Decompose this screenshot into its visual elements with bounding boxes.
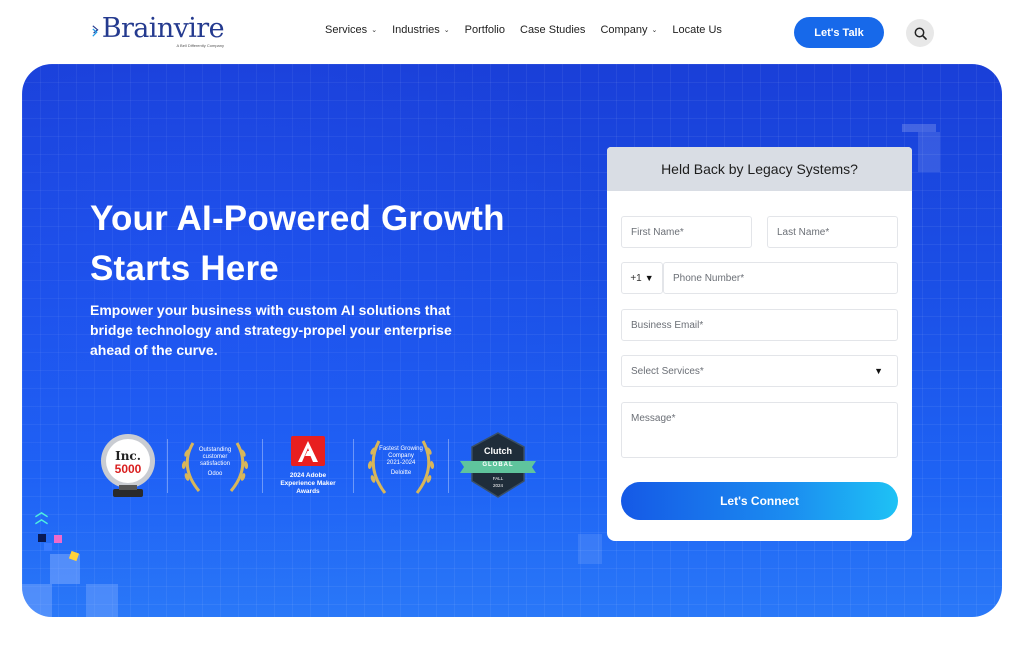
search-icon — [914, 27, 927, 40]
deloitte-line2: Company — [388, 453, 414, 459]
deloitte-line3: 2021-2024 — [386, 460, 416, 466]
country-code-value: +1 — [630, 272, 642, 284]
nav-company-label: Company — [600, 24, 648, 36]
clutch-ribbon: GLOBAL — [482, 462, 514, 468]
nav-portfolio[interactable]: Portfolio — [465, 24, 505, 36]
deloitte-award-badge: Fastest Growing Company 2021-2024 Deloit… — [363, 431, 439, 501]
phone-number-input[interactable]: Phone Number* — [663, 262, 898, 294]
nav-services[interactable]: Services ⌄ — [325, 24, 377, 36]
awards-row: Inc. 5000 Outstanding customer satisfact… — [98, 426, 558, 506]
form-title: Held Back by Legacy Systems? — [607, 147, 912, 191]
decorative-block — [902, 124, 936, 132]
message-textarea[interactable]: Message* — [621, 402, 898, 458]
decorative-block — [22, 584, 52, 617]
brainvire-logo[interactable]: Brainvire A Bell Differently Company — [92, 13, 225, 54]
decorative-pixel — [44, 543, 52, 551]
decorative-pixel — [38, 534, 46, 542]
logo-text: Brainvire — [101, 13, 225, 44]
lets-connect-button[interactable]: Let's Connect — [621, 482, 898, 520]
nav-company[interactable]: Company ⌄ — [600, 24, 657, 36]
select-services-label: Select Services* — [631, 365, 704, 377]
nav-industries[interactable]: Industries ⌄ — [392, 24, 450, 36]
award-divider — [262, 439, 263, 493]
odoo-line2: customer — [202, 454, 228, 460]
country-code-select[interactable]: +1 ▼ — [621, 262, 663, 294]
chevrons-up-icon: ︿ ︿ — [35, 504, 49, 526]
adobe-line3: Awards — [296, 488, 320, 495]
odoo-line4: Odoo — [207, 471, 223, 477]
clutch-brand: Clutch — [484, 446, 512, 456]
chevron-down-icon: ⌄ — [651, 27, 658, 34]
award-divider — [167, 439, 168, 493]
clutch-year: 2024 — [492, 483, 503, 488]
inc-brand: Inc. — [115, 449, 141, 463]
business-email-input[interactable]: Business Email* — [621, 309, 898, 341]
award-divider — [448, 439, 449, 493]
deloitte-award-text: Fastest Growing Company 2021-2024 Deloit… — [363, 446, 439, 477]
odoo-line1: Outstanding — [198, 447, 232, 453]
nav-locate-us-label: Locate Us — [672, 24, 722, 36]
first-name-input[interactable]: First Name* — [621, 216, 752, 248]
nav-case-studies[interactable]: Case Studies — [520, 24, 585, 36]
last-name-input[interactable]: Last Name* — [767, 216, 898, 248]
decorative-block — [918, 132, 940, 172]
adobe-line2: Experience Maker — [280, 480, 336, 487]
nav-case-studies-label: Case Studies — [520, 24, 586, 36]
site-header: Brainvire A Bell Differently Company Ser… — [0, 0, 1024, 64]
logo-chevron-icon — [92, 25, 99, 37]
chevron-down-icon: ⌄ — [371, 27, 378, 34]
lets-talk-button[interactable]: Let's Talk — [794, 17, 884, 48]
chevron-down-icon: ⌄ — [443, 27, 450, 34]
award-divider — [353, 439, 354, 493]
hero-headline: Your AI-Powered Growth Starts Here — [90, 199, 505, 288]
caret-down-icon: ▼ — [874, 366, 883, 376]
nav-services-label: Services — [325, 24, 368, 36]
inc-5000-badge: Inc. 5000 — [98, 431, 158, 501]
decorative-block — [578, 534, 602, 564]
nav-locate-us[interactable]: Locate Us — [672, 24, 722, 36]
caret-down-icon: ▼ — [644, 273, 654, 283]
decorative-block — [86, 584, 118, 617]
deloitte-line4: Deloitte — [390, 470, 412, 476]
adobe-line1: 2024 Adobe — [289, 472, 327, 479]
main-nav: Services ⌄ Industries ⌄ Portfolio Case Stu… — [325, 24, 737, 36]
clutch-global-badge: Clutch GLOBAL FALL 2024 — [458, 431, 538, 501]
clutch-season: FALL — [492, 476, 504, 481]
select-services-dropdown[interactable]: Select Services* ▼ — [621, 355, 898, 387]
odoo-award-badge: Outstanding customer satisfaction Odoo — [177, 431, 253, 501]
deloitte-line1: Fastest Growing — [379, 446, 423, 452]
nav-industries-label: Industries — [392, 24, 440, 36]
search-button[interactable] — [906, 19, 934, 47]
inc-number: 5000 — [114, 462, 142, 476]
adobe-award-text: 2024 Adobe Experience Maker Awards — [280, 472, 335, 496]
decorative-pixel — [54, 535, 62, 543]
odoo-award-text: Outstanding customer satisfaction Odoo — [177, 447, 253, 478]
adobe-logo-icon — [291, 436, 325, 466]
nav-portfolio-label: Portfolio — [464, 24, 505, 36]
hero-subtext: Empower your business with custom AI sol… — [90, 302, 452, 358]
contact-form: Held Back by Legacy Systems? First Name*… — [607, 147, 912, 541]
adobe-award-badge: 2024 Adobe Experience Maker Awards — [272, 431, 344, 501]
page: Brainvire A Bell Differently Company Ser… — [0, 0, 1024, 646]
odoo-line3: satisfaction — [199, 461, 230, 467]
